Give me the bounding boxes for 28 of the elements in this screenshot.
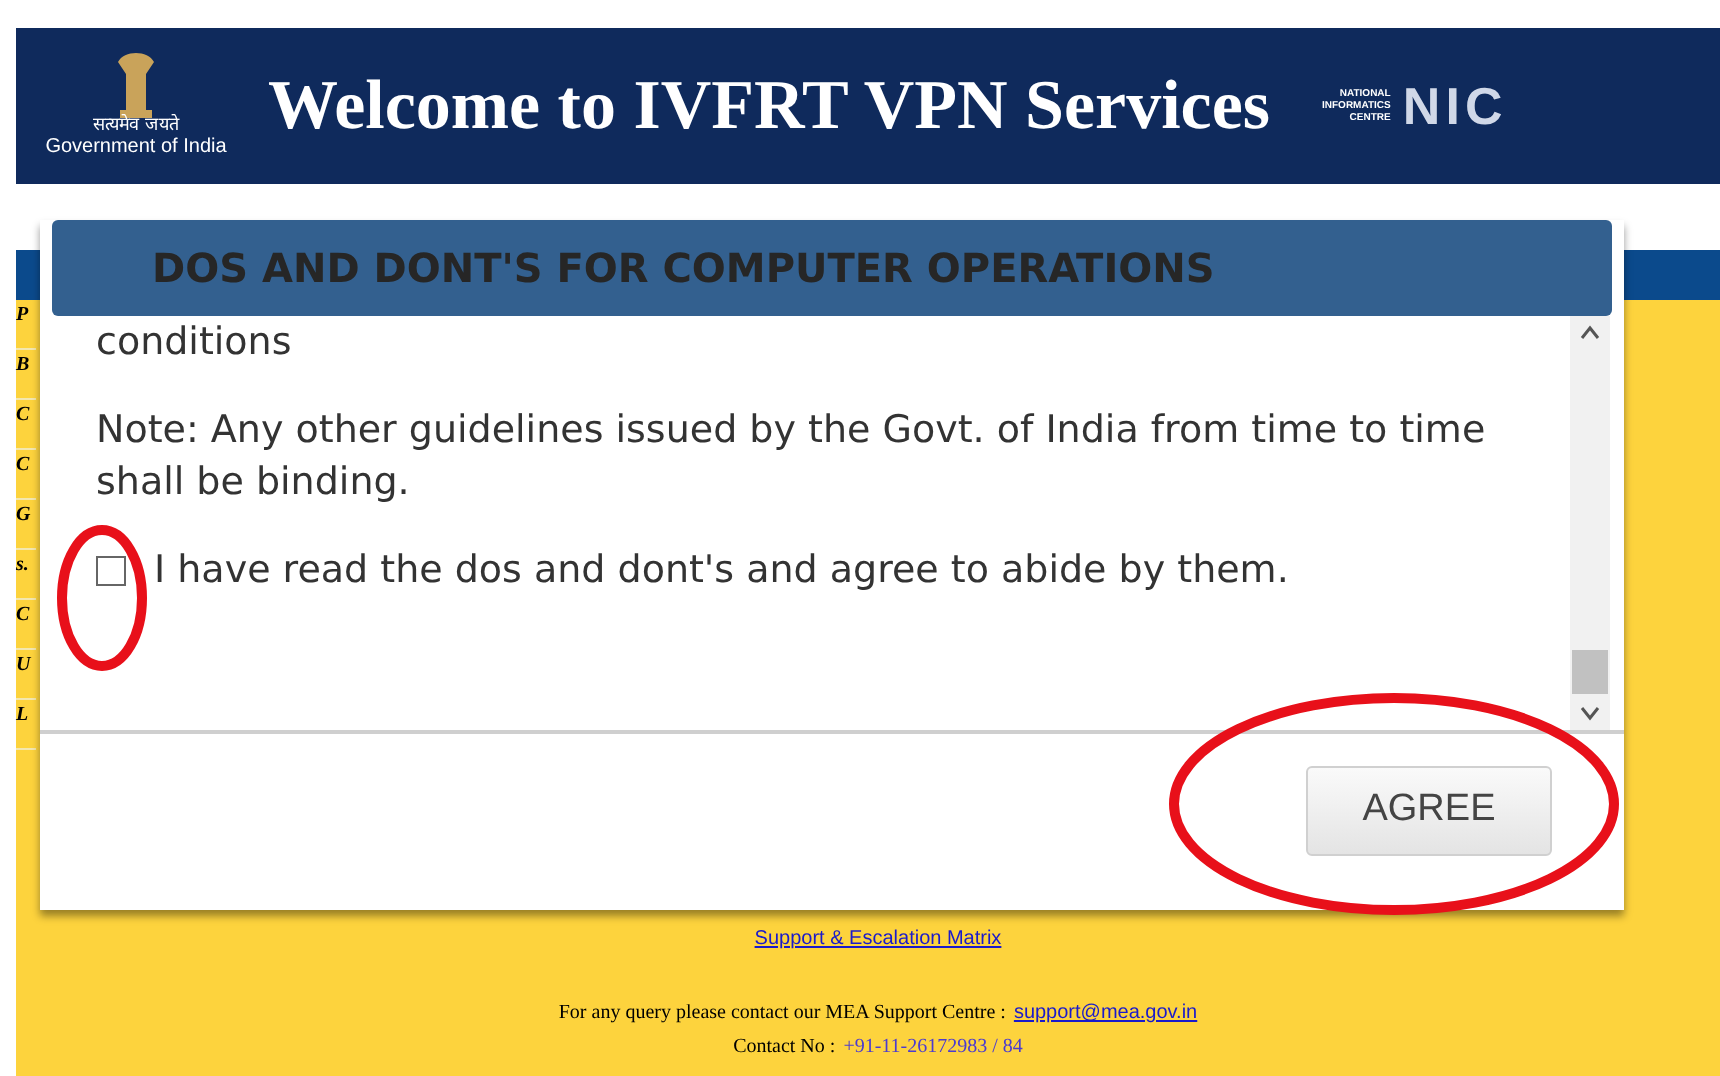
- row-letter: B: [16, 350, 36, 400]
- row-letter: C: [16, 400, 36, 450]
- contact-number: +91-11-26172983 / 84: [843, 1034, 1023, 1062]
- scroll-up-icon[interactable]: [1580, 324, 1600, 340]
- agreement-label[interactable]: I have read the dos and dont's and agree to abide by them.: [154, 544, 1289, 596]
- row-letter: G: [16, 500, 36, 550]
- email-link[interactable]: support@mea.gov.in: [1013, 998, 1198, 1028]
- contact-label: Contact No :: [733, 1034, 836, 1062]
- query-text: For any query please contact our MEA Support Centre :: [558, 1000, 1006, 1028]
- row-letter: P: [16, 300, 36, 350]
- banner-title: Welcome to IVFRT VPN Services: [268, 63, 1270, 148]
- agreement-checkbox[interactable]: [96, 556, 126, 586]
- scroll-down-icon[interactable]: [1580, 706, 1600, 722]
- row-letter: C: [16, 600, 36, 650]
- agree-button[interactable]: AGREE: [1306, 766, 1552, 856]
- row-letter: L: [16, 700, 36, 750]
- row-letter: C: [16, 450, 36, 500]
- emblem-caption: सत्यमेव जयते: [93, 118, 179, 137]
- dialog-paragraph: conditions: [96, 318, 294, 368]
- dialog-title: DOS AND DONT'S FOR COMPUTER OPERATIONS: [152, 242, 1215, 296]
- scrollbar-thumb[interactable]: [1572, 650, 1608, 694]
- dialog-paragraph: Note: Any other guidelines issued by the Govt. of India from time to time shall be binding.: [96, 406, 1488, 508]
- row-letter: U: [16, 650, 36, 700]
- scrollbar[interactable]: [1570, 316, 1610, 730]
- government-label: Government of India: [45, 136, 227, 162]
- nic-logo: NIC: [1402, 73, 1508, 139]
- escalation-link[interactable]: Support & Escalation Matrix: [754, 924, 1002, 954]
- row-letter: s.: [16, 550, 36, 600]
